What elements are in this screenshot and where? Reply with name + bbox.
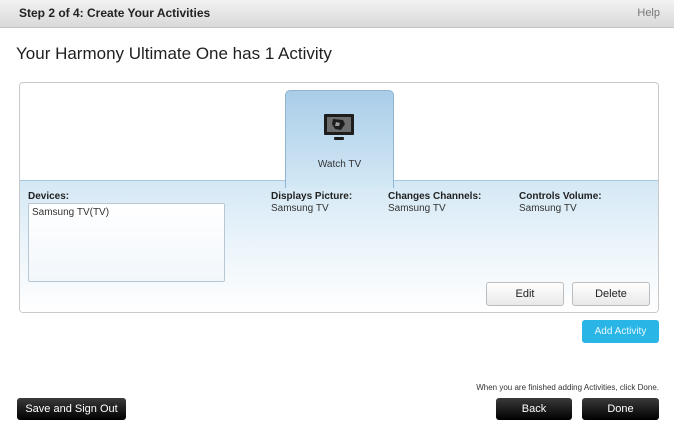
edit-button[interactable]: Edit [486, 282, 564, 306]
page-title: Your Harmony Ultimate One has 1 Activity [16, 44, 332, 63]
changes-channels-value: Samsung TV [388, 203, 446, 214]
finish-hint: When you are finished adding Activities,… [476, 383, 659, 392]
back-button[interactable]: Back [496, 398, 572, 420]
delete-button[interactable]: Delete [572, 282, 650, 306]
displays-picture-heading: Displays Picture: [271, 191, 353, 202]
help-link[interactable]: Help [637, 7, 660, 19]
tv-icon [324, 114, 354, 140]
done-button[interactable]: Done [582, 398, 659, 420]
displays-picture-value: Samsung TV [271, 203, 329, 214]
activity-tab-label: Watch TV [317, 159, 362, 170]
activities-panel: Watch TV Devices: Samsung TV(TV) Display… [19, 82, 659, 313]
step-indicator: Step 2 of 4: Create Your Activities [19, 6, 211, 20]
devices-list[interactable]: Samsung TV(TV) [28, 203, 225, 282]
add-activity-button[interactable]: Add Activity [582, 320, 659, 343]
save-and-sign-out-button[interactable]: Save and Sign Out [17, 398, 126, 420]
controls-volume-value: Samsung TV [519, 203, 577, 214]
controls-volume-heading: Controls Volume: [519, 191, 602, 202]
device-item: Samsung TV(TV) [32, 207, 110, 218]
changes-channels-heading: Changes Channels: [388, 191, 482, 202]
devices-heading: Devices: [28, 191, 70, 202]
activity-tab-watch-tv[interactable]: Watch TV [285, 90, 394, 188]
top-bar: Step 2 of 4: Create Your Activities Help [0, 0, 674, 28]
